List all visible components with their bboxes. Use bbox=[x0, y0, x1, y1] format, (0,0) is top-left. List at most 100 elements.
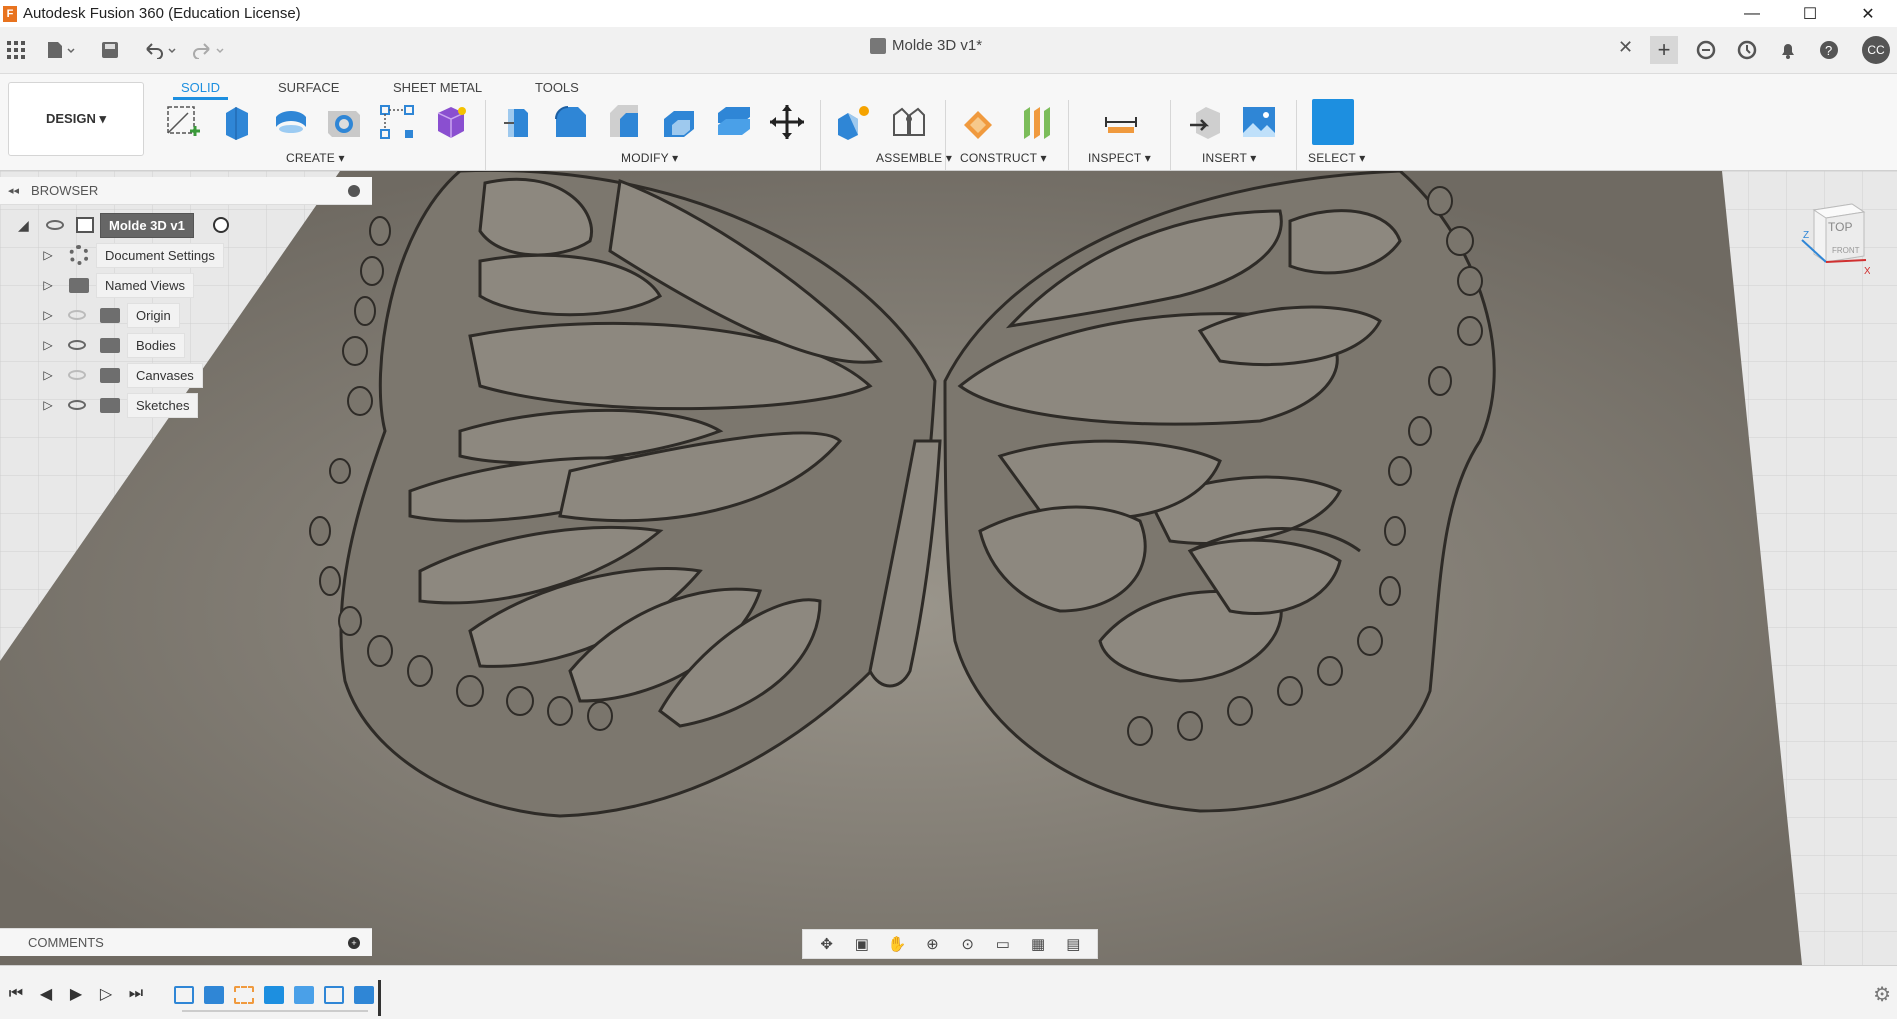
insert-menu[interactable]: INSERT ▾ bbox=[1202, 151, 1257, 165]
grid-settings-icon[interactable]: ▦ bbox=[1026, 934, 1050, 954]
viewcube[interactable]: Z X TOP FRONT bbox=[1800, 200, 1871, 280]
tree-label-origin[interactable]: Origin bbox=[127, 302, 180, 328]
tab-surface[interactable]: SURFACE bbox=[278, 74, 339, 100]
new-component-icon[interactable] bbox=[832, 100, 874, 144]
timeline-sketch-feature[interactable] bbox=[174, 986, 194, 1004]
tree-label-root[interactable]: Molde 3D v1 bbox=[100, 212, 194, 238]
select-icon[interactable] bbox=[1312, 99, 1354, 145]
rectangular-pattern-icon[interactable] bbox=[376, 100, 418, 144]
expand-triangle-icon[interactable]: ▷ bbox=[41, 368, 55, 382]
fit-zoom-icon[interactable]: ⊙ bbox=[956, 934, 980, 954]
tree-row-canvases[interactable]: ▷ Canvases bbox=[0, 362, 372, 388]
undo-icon[interactable] bbox=[140, 35, 180, 65]
expand-triangle-icon[interactable]: ▷ bbox=[41, 308, 55, 322]
insert-derive-icon[interactable] bbox=[1184, 100, 1226, 144]
joint-icon[interactable] bbox=[888, 100, 930, 144]
app-grid-icon[interactable] bbox=[4, 35, 28, 65]
minimize-button[interactable]: — bbox=[1723, 0, 1781, 27]
timeline-sketch-feature[interactable] bbox=[234, 986, 254, 1004]
redo-icon[interactable] bbox=[188, 35, 228, 65]
create-menu[interactable]: CREATE ▾ bbox=[286, 151, 345, 165]
tree-row-sketches[interactable]: ▷ Sketches bbox=[0, 392, 372, 418]
assemble-menu[interactable]: ASSEMBLE ▾ bbox=[876, 151, 952, 165]
activate-radio-icon[interactable] bbox=[213, 217, 229, 233]
hole-icon[interactable] bbox=[322, 100, 364, 144]
job-status-icon[interactable] bbox=[1733, 36, 1761, 64]
move-copy-icon[interactable] bbox=[766, 100, 808, 144]
expand-triangle-icon[interactable]: ▷ bbox=[41, 398, 55, 412]
step-forward-icon[interactable]: ▷ bbox=[94, 982, 118, 1006]
tree-row-bodies[interactable]: ▷ Bodies bbox=[0, 332, 372, 358]
create-form-icon[interactable] bbox=[430, 100, 472, 144]
zoom-icon[interactable]: ⊕ bbox=[920, 934, 944, 954]
pan-hand-icon[interactable]: ✋ bbox=[885, 934, 909, 954]
timeline-canvas-feature[interactable] bbox=[264, 986, 284, 1004]
tab-sheet-metal[interactable]: SHEET METAL bbox=[393, 74, 482, 100]
visibility-eye-icon[interactable] bbox=[68, 340, 86, 350]
visibility-eye-icon[interactable] bbox=[46, 220, 64, 230]
press-pull-icon[interactable] bbox=[496, 100, 538, 144]
go-to-end-icon[interactable]: ⏭ bbox=[124, 982, 148, 1006]
workspace-switcher-button[interactable]: DESIGN ▾ bbox=[8, 82, 144, 156]
offset-plane-icon[interactable] bbox=[958, 100, 1000, 144]
visibility-eye-icon[interactable] bbox=[68, 370, 86, 380]
modify-menu[interactable]: MODIFY ▾ bbox=[621, 151, 678, 165]
timeline-sketch-feature[interactable] bbox=[324, 986, 344, 1004]
measure-icon[interactable] bbox=[1100, 100, 1142, 144]
tree-row-origin[interactable]: ▷ Origin bbox=[0, 302, 372, 328]
timeline-extrude-feature[interactable] bbox=[354, 986, 374, 1004]
revolve-icon[interactable] bbox=[270, 100, 312, 144]
inspect-menu[interactable]: INSPECT ▾ bbox=[1088, 151, 1151, 165]
extrude-icon[interactable] bbox=[216, 100, 258, 144]
step-back-icon[interactable]: ◀ bbox=[34, 982, 58, 1006]
timeline-settings-gear-icon[interactable]: ⚙ bbox=[1873, 982, 1891, 1007]
fillet-icon[interactable] bbox=[550, 100, 592, 144]
tree-label-canvases[interactable]: Canvases bbox=[127, 362, 203, 388]
combine-icon[interactable] bbox=[712, 100, 754, 144]
insert-canvas-icon[interactable] bbox=[1238, 100, 1280, 144]
timeline-extrude-feature[interactable] bbox=[204, 986, 224, 1004]
tree-label-bodies[interactable]: Bodies bbox=[127, 332, 185, 358]
close-document-button[interactable]: ✕ bbox=[1618, 37, 1633, 58]
visibility-eye-icon[interactable] bbox=[68, 400, 86, 410]
chamfer-icon[interactable] bbox=[604, 100, 646, 144]
shell-icon[interactable] bbox=[658, 100, 700, 144]
close-window-button[interactable]: ✕ bbox=[1839, 0, 1897, 27]
document-tab[interactable]: Molde 3D v1* bbox=[870, 37, 982, 54]
timeline-marker[interactable] bbox=[378, 980, 381, 1016]
tab-solid[interactable]: SOLID bbox=[172, 74, 229, 100]
go-to-start-icon[interactable]: ⏮ bbox=[4, 982, 28, 1006]
new-tab-plus-icon[interactable]: + bbox=[1650, 36, 1678, 64]
collapse-triangle-icon[interactable]: ◢ bbox=[18, 217, 29, 234]
maximize-button[interactable]: ☐ bbox=[1781, 0, 1839, 27]
orbit-icon[interactable]: ✥ bbox=[815, 934, 839, 954]
expand-triangle-icon[interactable]: ▷ bbox=[41, 338, 55, 352]
notifications-bell-icon[interactable] bbox=[1774, 36, 1802, 64]
tree-label-sketches[interactable]: Sketches bbox=[127, 392, 199, 418]
user-avatar[interactable]: CC bbox=[1862, 36, 1890, 64]
help-icon[interactable]: ? bbox=[1815, 36, 1843, 64]
display-settings-icon[interactable]: ▭ bbox=[991, 934, 1015, 954]
construct-menu[interactable]: CONSTRUCT ▾ bbox=[960, 151, 1047, 165]
play-icon[interactable]: ▶ bbox=[64, 982, 88, 1006]
file-menu-icon[interactable] bbox=[42, 35, 80, 65]
timeline-extrude-feature[interactable] bbox=[294, 986, 314, 1004]
select-menu[interactable]: SELECT ▾ bbox=[1308, 151, 1365, 165]
expand-triangle-icon[interactable]: ▷ bbox=[41, 248, 55, 262]
viewports-icon[interactable]: ▤ bbox=[1061, 934, 1085, 954]
extensions-icon[interactable] bbox=[1692, 36, 1720, 64]
tree-row-named-views[interactable]: ▷ Named Views bbox=[0, 272, 372, 298]
add-comment-icon[interactable]: + bbox=[348, 936, 360, 949]
visibility-eye-icon[interactable] bbox=[68, 310, 86, 320]
look-at-icon[interactable]: ▣ bbox=[850, 934, 874, 954]
tree-row-root[interactable]: ◢ Molde 3D v1 bbox=[0, 212, 372, 238]
tab-tools[interactable]: TOOLS bbox=[535, 74, 579, 100]
save-icon[interactable] bbox=[98, 35, 122, 65]
browser-pin-icon[interactable] bbox=[348, 184, 360, 197]
tree-label-document-settings[interactable]: Document Settings bbox=[96, 242, 224, 268]
tree-label-named-views[interactable]: Named Views bbox=[96, 272, 194, 298]
tree-row-document-settings[interactable]: ▷ Document Settings bbox=[0, 242, 372, 268]
midplane-icon[interactable] bbox=[1014, 100, 1056, 144]
expand-triangle-icon[interactable]: ▷ bbox=[41, 278, 55, 292]
collapse-browser-icon[interactable]: ◂◂ bbox=[8, 184, 19, 197]
